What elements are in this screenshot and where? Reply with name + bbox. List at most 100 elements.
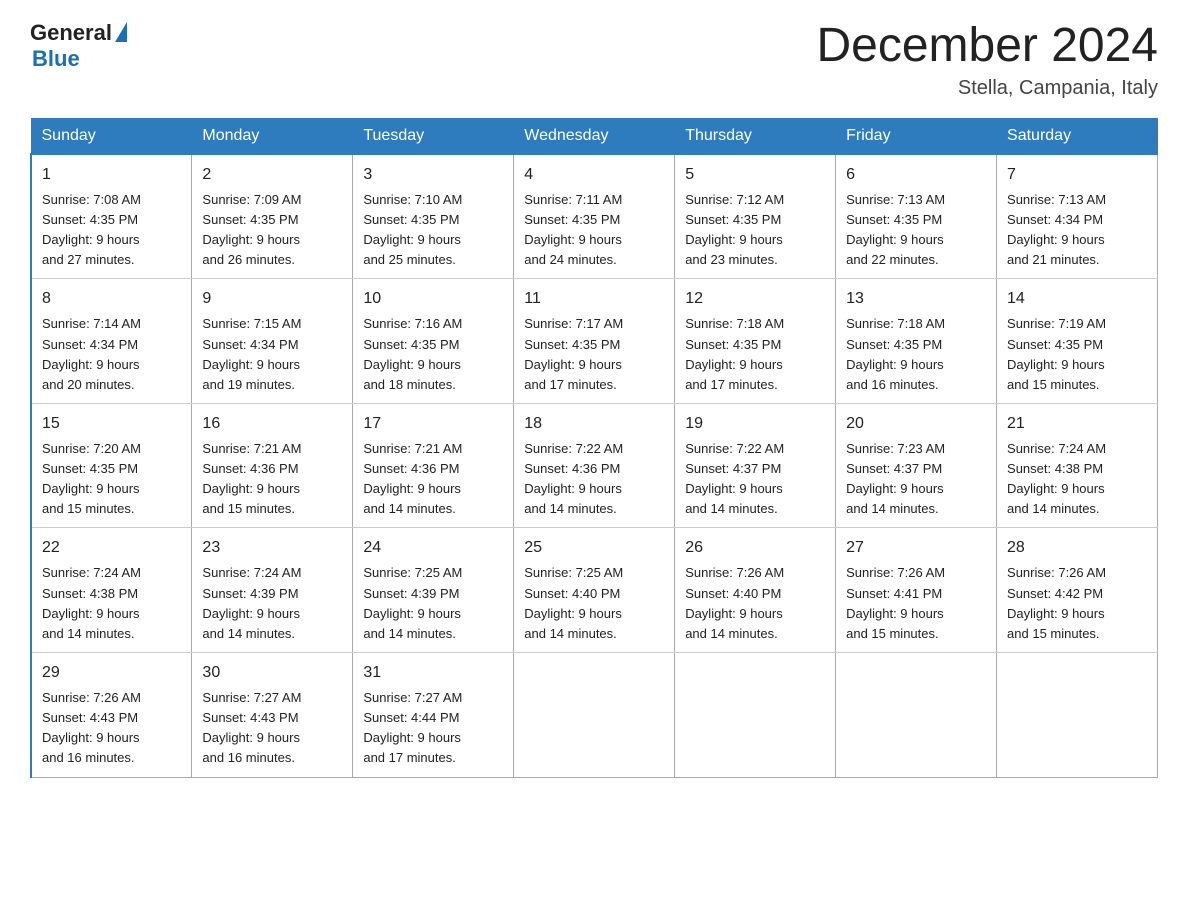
calendar-week-row: 22 Sunrise: 7:24 AMSunset: 4:38 PMDayligh… (31, 528, 1158, 653)
day-info: Sunrise: 7:23 AMSunset: 4:37 PMDaylight:… (846, 439, 986, 520)
calendar-week-row: 8 Sunrise: 7:14 AMSunset: 4:34 PMDaylight… (31, 279, 1158, 404)
day-info: Sunrise: 7:24 AMSunset: 4:38 PMDaylight:… (1007, 439, 1147, 520)
header-thursday: Thursday (675, 118, 836, 154)
page-header: General Blue December 2024 Stella, Campa… (30, 20, 1158, 100)
day-number: 24 (363, 536, 503, 560)
day-number: 21 (1007, 412, 1147, 436)
logo-general-text: General (30, 20, 112, 46)
day-info: Sunrise: 7:13 AMSunset: 4:34 PMDaylight:… (1007, 190, 1147, 271)
day-number: 20 (846, 412, 986, 436)
logo-arrow-icon (115, 22, 127, 42)
day-number: 23 (202, 536, 342, 560)
day-number: 28 (1007, 536, 1147, 560)
calendar-cell: 5Sunrise: 7:12 AMSunset: 4:35 PMDaylight… (675, 154, 836, 279)
day-info: Sunrise: 7:19 AMSunset: 4:35 PMDaylight:… (1007, 314, 1147, 395)
day-number: 13 (846, 287, 986, 311)
day-info: Sunrise: 7:14 AMSunset: 4:34 PMDaylight:… (42, 314, 181, 395)
day-number: 1 (42, 163, 181, 187)
calendar-cell (514, 653, 675, 778)
day-number: 3 (363, 163, 503, 187)
calendar-header-row: SundayMondayTuesdayWednesdayThursdayFrid… (31, 118, 1158, 154)
calendar-cell: 25Sunrise: 7:25 AMSunset: 4:40 PMDayligh… (514, 528, 675, 653)
calendar-cell (675, 653, 836, 778)
day-number: 11 (524, 287, 664, 311)
calendar-cell: 10Sunrise: 7:16 AMSunset: 4:35 PMDayligh… (353, 279, 514, 404)
title-block: December 2024 Stella, Campania, Italy (816, 20, 1158, 100)
day-number: 5 (685, 163, 825, 187)
day-number: 2 (202, 163, 342, 187)
calendar-cell: 14 Sunrise: 7:19 AMSunset: 4:35 PMDayligh… (997, 279, 1158, 404)
calendar-cell: 22 Sunrise: 7:24 AMSunset: 4:38 PMDayligh… (31, 528, 192, 653)
logo: General Blue (30, 20, 127, 72)
calendar-cell: 12 Sunrise: 7:18 AMSunset: 4:35 PMDayligh… (675, 279, 836, 404)
header-friday: Friday (836, 118, 997, 154)
calendar-cell: 11 Sunrise: 7:17 AMSunset: 4:35 PMDayligh… (514, 279, 675, 404)
day-info: Sunrise: 7:24 AMSunset: 4:38 PMDaylight:… (42, 563, 181, 644)
day-info: Sunrise: 7:11 AMSunset: 4:35 PMDaylight:… (524, 190, 664, 271)
day-info: Sunrise: 7:10 AMSunset: 4:35 PMDaylight:… (363, 190, 503, 271)
calendar-cell: 7 Sunrise: 7:13 AMSunset: 4:34 PMDaylight… (997, 154, 1158, 279)
calendar-week-row: 29Sunrise: 7:26 AMSunset: 4:43 PMDayligh… (31, 653, 1158, 778)
calendar-cell: 9Sunrise: 7:15 AMSunset: 4:34 PMDaylight… (192, 279, 353, 404)
calendar-cell: 20 Sunrise: 7:23 AMSunset: 4:37 PMDayligh… (836, 403, 997, 528)
header-monday: Monday (192, 118, 353, 154)
day-number: 17 (363, 412, 503, 436)
header-wednesday: Wednesday (514, 118, 675, 154)
calendar-cell: 3 Sunrise: 7:10 AMSunset: 4:35 PMDaylight… (353, 154, 514, 279)
calendar-cell (997, 653, 1158, 778)
day-info: Sunrise: 7:21 AMSunset: 4:36 PMDaylight:… (363, 439, 503, 520)
day-number: 26 (685, 536, 825, 560)
calendar-cell: 19Sunrise: 7:22 AMSunset: 4:37 PMDayligh… (675, 403, 836, 528)
calendar-week-row: 15Sunrise: 7:20 AMSunset: 4:35 PMDayligh… (31, 403, 1158, 528)
day-info: Sunrise: 7:22 AMSunset: 4:37 PMDaylight:… (685, 439, 825, 520)
day-number: 18 (524, 412, 664, 436)
calendar-week-row: 1 Sunrise: 7:08 AMSunset: 4:35 PMDaylight… (31, 154, 1158, 279)
calendar-cell (836, 653, 997, 778)
day-info: Sunrise: 7:09 AMSunset: 4:35 PMDaylight:… (202, 190, 342, 271)
month-title: December 2024 (816, 20, 1158, 73)
logo-blue-text: Blue (32, 46, 80, 71)
calendar-cell: 21 Sunrise: 7:24 AMSunset: 4:38 PMDayligh… (997, 403, 1158, 528)
day-number: 22 (42, 536, 181, 560)
day-number: 14 (1007, 287, 1147, 311)
day-number: 10 (363, 287, 503, 311)
day-number: 6 (846, 163, 986, 187)
day-info: Sunrise: 7:24 AMSunset: 4:39 PMDaylight:… (202, 563, 342, 644)
day-number: 12 (685, 287, 825, 311)
day-info: Sunrise: 7:22 AMSunset: 4:36 PMDaylight:… (524, 439, 664, 520)
day-number: 31 (363, 661, 503, 685)
calendar-cell: 24Sunrise: 7:25 AMSunset: 4:39 PMDayligh… (353, 528, 514, 653)
day-info: Sunrise: 7:08 AMSunset: 4:35 PMDaylight:… (42, 190, 181, 271)
calendar-cell: 15Sunrise: 7:20 AMSunset: 4:35 PMDayligh… (31, 403, 192, 528)
day-number: 8 (42, 287, 181, 311)
day-info: Sunrise: 7:13 AMSunset: 4:35 PMDaylight:… (846, 190, 986, 271)
calendar-cell: 31 Sunrise: 7:27 AMSunset: 4:44 PMDayligh… (353, 653, 514, 778)
day-number: 25 (524, 536, 664, 560)
calendar-cell: 26Sunrise: 7:26 AMSunset: 4:40 PMDayligh… (675, 528, 836, 653)
day-info: Sunrise: 7:27 AMSunset: 4:44 PMDaylight:… (363, 688, 503, 769)
calendar-cell: 17 Sunrise: 7:21 AMSunset: 4:36 PMDayligh… (353, 403, 514, 528)
calendar-cell: 29Sunrise: 7:26 AMSunset: 4:43 PMDayligh… (31, 653, 192, 778)
day-info: Sunrise: 7:26 AMSunset: 4:41 PMDaylight:… (846, 563, 986, 644)
day-info: Sunrise: 7:20 AMSunset: 4:35 PMDaylight:… (42, 439, 181, 520)
day-info: Sunrise: 7:26 AMSunset: 4:42 PMDaylight:… (1007, 563, 1147, 644)
calendar-cell: 8 Sunrise: 7:14 AMSunset: 4:34 PMDaylight… (31, 279, 192, 404)
day-info: Sunrise: 7:27 AMSunset: 4:43 PMDaylight:… (202, 688, 342, 769)
header-saturday: Saturday (997, 118, 1158, 154)
calendar-cell: 2 Sunrise: 7:09 AMSunset: 4:35 PMDaylight… (192, 154, 353, 279)
day-number: 30 (202, 661, 342, 685)
day-info: Sunrise: 7:15 AMSunset: 4:34 PMDaylight:… (202, 314, 342, 395)
header-tuesday: Tuesday (353, 118, 514, 154)
day-info: Sunrise: 7:18 AMSunset: 4:35 PMDaylight:… (685, 314, 825, 395)
day-number: 16 (202, 412, 342, 436)
calendar-cell: 4 Sunrise: 7:11 AMSunset: 4:35 PMDaylight… (514, 154, 675, 279)
location-title: Stella, Campania, Italy (816, 77, 1158, 100)
day-info: Sunrise: 7:17 AMSunset: 4:35 PMDaylight:… (524, 314, 664, 395)
day-number: 4 (524, 163, 664, 187)
day-info: Sunrise: 7:18 AMSunset: 4:35 PMDaylight:… (846, 314, 986, 395)
calendar-cell: 18 Sunrise: 7:22 AMSunset: 4:36 PMDayligh… (514, 403, 675, 528)
calendar-cell: 28 Sunrise: 7:26 AMSunset: 4:42 PMDayligh… (997, 528, 1158, 653)
day-info: Sunrise: 7:26 AMSunset: 4:43 PMDaylight:… (42, 688, 181, 769)
day-number: 7 (1007, 163, 1147, 187)
day-info: Sunrise: 7:21 AMSunset: 4:36 PMDaylight:… (202, 439, 342, 520)
